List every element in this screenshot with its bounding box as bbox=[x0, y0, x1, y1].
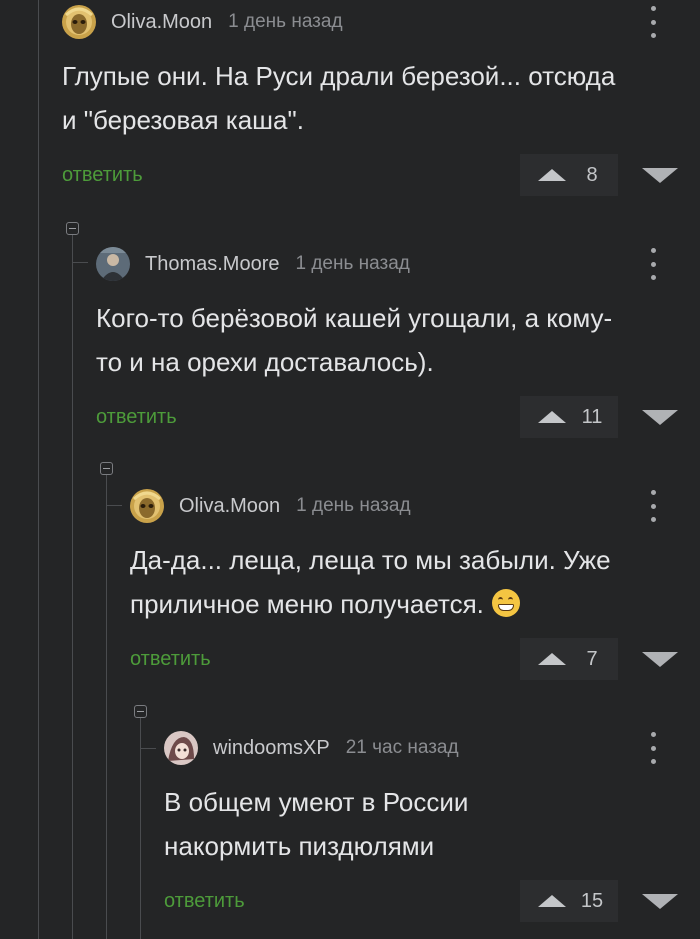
comment-text-line: и "березовая каша". bbox=[62, 105, 304, 135]
thread-connector bbox=[106, 505, 122, 506]
person-avatar-icon[interactable] bbox=[96, 247, 130, 281]
comment-text-line: приличное меню получается. bbox=[130, 582, 611, 626]
upvote-arrow-icon bbox=[538, 411, 566, 423]
comment-header: Thomas.Moore 1 день назад bbox=[96, 244, 410, 284]
comment-text-line: Глупые они. На Руси драли березой... отс… bbox=[62, 61, 616, 91]
comment-time: 1 день назад bbox=[296, 495, 411, 516]
downvote-arrow-icon bbox=[642, 893, 678, 909]
thread-connector bbox=[140, 748, 156, 749]
comment-header: Oliva.Moon 1 день назад bbox=[130, 486, 411, 526]
comment-header: windoomsXP 21 час назад bbox=[164, 728, 459, 768]
upvote-arrow-icon bbox=[538, 895, 566, 907]
thread-line bbox=[38, 0, 39, 939]
comment-text-line-text: приличное меню получается. bbox=[130, 589, 484, 619]
collapse-thread-button[interactable] bbox=[66, 222, 79, 235]
author-name[interactable]: Thomas.Moore bbox=[145, 253, 280, 276]
downvote-arrow-icon bbox=[642, 409, 678, 425]
comment-text-line: В общем умеют в России bbox=[164, 787, 469, 817]
grinning-face-icon bbox=[491, 589, 520, 617]
downvote-arrow-icon bbox=[642, 651, 678, 667]
comment-text-line: накормить пиздюлями bbox=[164, 831, 435, 861]
comment: Oliva.Moon 1 день назад Глупые они. На Р… bbox=[62, 2, 700, 202]
comment-text-line: то и на орехи доставалось). bbox=[96, 347, 434, 377]
vote-score: 7 bbox=[586, 647, 598, 670]
downvote-button[interactable] bbox=[620, 396, 700, 438]
upvote-button[interactable]: 15 bbox=[520, 880, 618, 922]
upvote-button[interactable]: 7 bbox=[520, 638, 618, 680]
vote-score: 15 bbox=[580, 889, 604, 912]
author-name[interactable]: Oliva.Moon bbox=[179, 495, 280, 518]
vote-controls: 8 bbox=[520, 154, 700, 196]
upvote-button[interactable]: 11 bbox=[520, 396, 618, 438]
upvote-arrow-icon bbox=[538, 169, 566, 181]
upvote-arrow-icon bbox=[538, 653, 566, 665]
comment-text-line: Кого-то берёзовой кашей угощали, а кому- bbox=[96, 303, 613, 333]
downvote-arrow-icon bbox=[642, 167, 678, 183]
thread-line bbox=[140, 718, 141, 939]
mask-avatar-icon[interactable] bbox=[130, 489, 164, 523]
collapse-thread-button[interactable] bbox=[100, 462, 113, 475]
comment-time: 21 час назад bbox=[345, 737, 459, 758]
vote-controls: 15 bbox=[520, 880, 700, 922]
comment: Thomas.Moore 1 день назад Кого-то берёзо… bbox=[96, 244, 700, 444]
comment: windoomsXP 21 час назад В общем умеют в … bbox=[164, 728, 700, 934]
reply-button[interactable]: ответить bbox=[96, 406, 177, 429]
comment-text: Да-да... леща, леща то мы забыли. Уже пр… bbox=[130, 538, 611, 626]
downvote-button[interactable] bbox=[620, 638, 700, 680]
vote-score: 8 bbox=[586, 163, 598, 186]
comment-text-line: Да-да... леща, леща то мы забыли. Уже bbox=[130, 545, 611, 575]
upvote-button[interactable]: 8 bbox=[520, 154, 618, 196]
reply-button[interactable]: ответить bbox=[130, 648, 211, 671]
more-options-icon[interactable] bbox=[648, 6, 658, 38]
more-options-icon[interactable] bbox=[648, 490, 658, 522]
comment-time: 1 день назад bbox=[295, 253, 410, 274]
author-name[interactable]: Oliva.Moon bbox=[111, 11, 212, 34]
anime-avatar-icon[interactable] bbox=[164, 731, 198, 765]
vote-controls: 11 bbox=[520, 396, 700, 438]
mask-avatar-icon[interactable] bbox=[62, 5, 96, 39]
downvote-button[interactable] bbox=[620, 880, 700, 922]
downvote-button[interactable] bbox=[620, 154, 700, 196]
vote-controls: 7 bbox=[520, 638, 700, 680]
comment-time: 1 день назад bbox=[228, 11, 343, 32]
vote-score: 11 bbox=[581, 405, 603, 428]
author-name[interactable]: windoomsXP bbox=[213, 737, 330, 760]
more-options-icon[interactable] bbox=[648, 248, 658, 280]
reply-button[interactable]: ответить bbox=[62, 164, 143, 187]
collapse-thread-button[interactable] bbox=[134, 705, 147, 718]
comment-header: Oliva.Moon 1 день назад bbox=[62, 2, 343, 42]
more-options-icon[interactable] bbox=[648, 732, 658, 764]
thread-line bbox=[106, 475, 107, 939]
comment: Oliva.Moon 1 день назад Да-да... леща, л… bbox=[130, 486, 700, 686]
thread-line bbox=[72, 235, 73, 939]
thread-connector bbox=[72, 262, 88, 263]
comment-text: В общем умеют в России накормить пиздюля… bbox=[164, 780, 468, 868]
reply-button[interactable]: ответить bbox=[164, 890, 245, 913]
comment-text: Кого-то берёзовой кашей угощали, а кому-… bbox=[96, 296, 612, 384]
comment-text: Глупые они. На Руси драли березой... отс… bbox=[62, 54, 615, 142]
